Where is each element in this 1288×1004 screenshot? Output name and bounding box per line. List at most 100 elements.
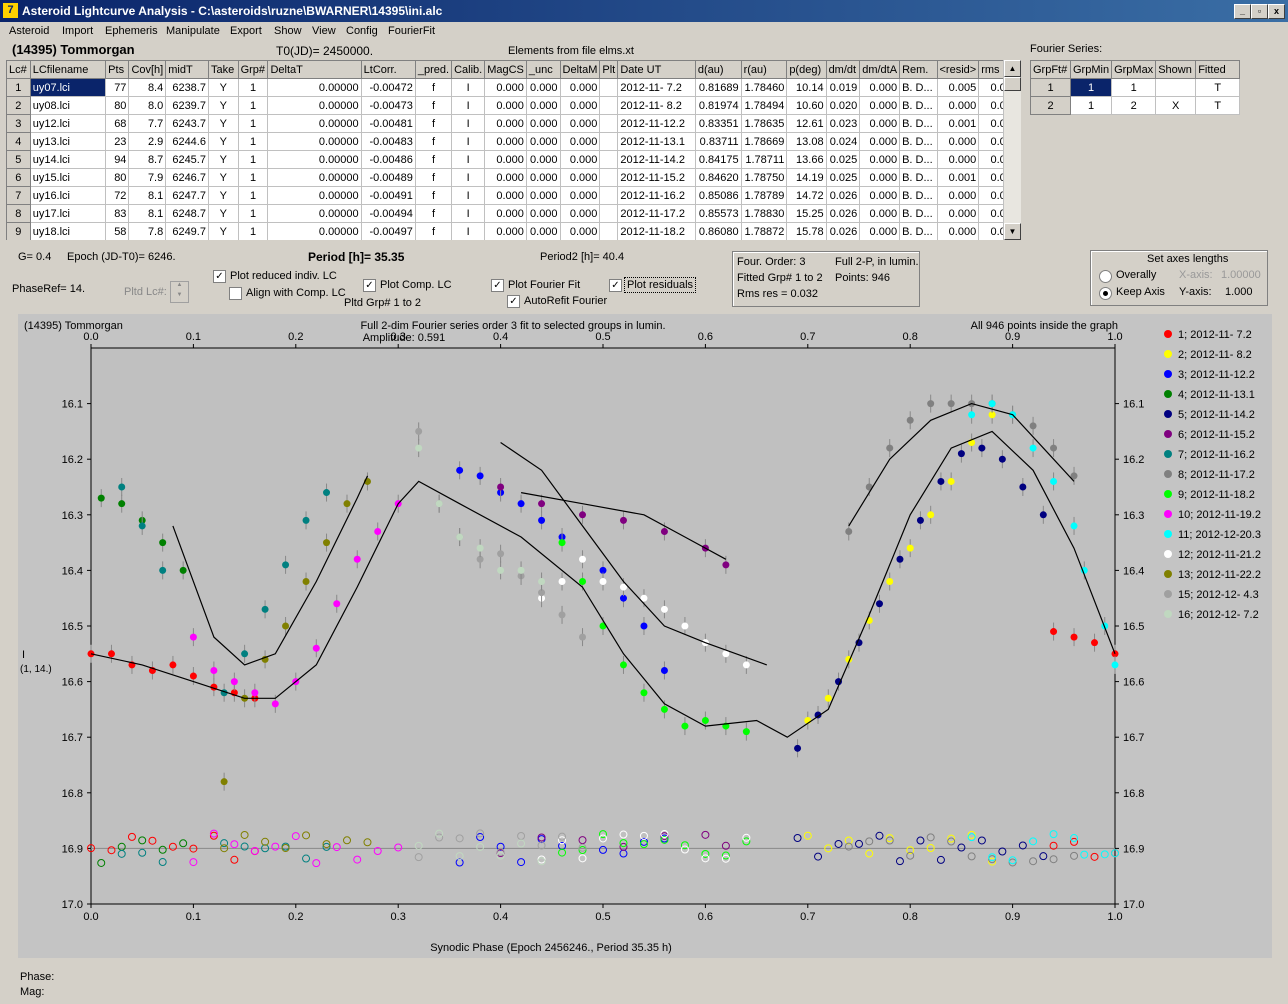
data-point[interactable] [230, 678, 238, 686]
data-point[interactable] [558, 611, 566, 619]
table-cell[interactable]: Y [207, 132, 239, 151]
data-point[interactable] [1091, 639, 1099, 647]
table-cell[interactable]: 5 [6, 150, 31, 169]
table-cell[interactable]: 1.78669 [740, 132, 788, 151]
table-row[interactable]: 9 uy18.lci 58 7.8 6249.7 Y 1 0.00000 -0.00497 f I 0… [6, 222, 1021, 240]
spin-down-icon[interactable]: ▼ [171, 292, 188, 302]
app-icon[interactable]: 7 [3, 3, 18, 18]
lc-column-header[interactable]: Cov[h] [128, 60, 167, 79]
table-cell[interactable]: 2012-11-15.2 [617, 168, 696, 187]
table-cell[interactable]: 72 [105, 186, 130, 205]
table-cell[interactable]: 0.000 [559, 150, 601, 169]
close-button[interactable]: x [1268, 4, 1285, 19]
data-point[interactable] [189, 672, 197, 680]
data-point[interactable] [159, 539, 167, 547]
table-cell[interactable]: 0.000 [936, 222, 980, 240]
table-cell[interactable]: 7.8 [128, 222, 167, 240]
table-cell[interactable]: 0.85573 [694, 204, 742, 223]
data-point[interactable] [169, 661, 177, 669]
table-cell[interactable]: 0.000 [936, 150, 980, 169]
table-cell[interactable]: 80 [105, 96, 130, 115]
table-cell[interactable]: f [414, 114, 453, 133]
data-point[interactable] [579, 555, 587, 563]
table-cell[interactable]: I [451, 204, 486, 223]
table-cell[interactable]: 0.026 [825, 204, 861, 223]
plot-residuals-checkbox[interactable]: ✓ [609, 279, 622, 292]
table-cell[interactable]: 80 [105, 168, 130, 187]
table-cell[interactable]: 1.78750 [740, 168, 788, 187]
menu-asteroid[interactable]: Asteroid [9, 25, 49, 37]
lc-column-header[interactable]: Rem. [899, 60, 938, 79]
table-cell[interactable]: 0.00000 [267, 222, 362, 240]
xaxis-value[interactable]: 1.00000 [1221, 269, 1261, 281]
table-cell[interactable]: 0.000 [859, 96, 901, 115]
data-point[interactable] [302, 578, 310, 586]
data-point[interactable] [271, 700, 279, 708]
table-cell[interactable]: 1.78460 [740, 78, 788, 97]
scroll-down-icon[interactable]: ▼ [1004, 223, 1021, 240]
table-cell[interactable]: Y [207, 186, 239, 205]
data-point[interactable] [701, 717, 709, 725]
table-cell[interactable]: 0.000 [859, 132, 901, 151]
data-point[interactable] [118, 483, 126, 491]
minimize-button[interactable]: _ [1234, 4, 1251, 19]
table-cell[interactable]: 83 [105, 204, 130, 223]
data-point[interactable] [640, 689, 648, 697]
table-cell[interactable]: uy13.lci [29, 132, 107, 151]
table-cell[interactable] [599, 132, 619, 151]
table-cell[interactable]: uy15.lci [29, 168, 107, 187]
table-cell[interactable]: 0.000 [484, 114, 527, 133]
data-point[interactable] [794, 744, 802, 752]
data-point[interactable] [660, 527, 668, 535]
data-point[interactable] [660, 705, 668, 713]
table-cell[interactable]: 7.9 [128, 168, 167, 187]
lc-column-header[interactable]: LCfilename [29, 60, 107, 79]
data-point[interactable] [343, 500, 351, 508]
data-point[interactable] [312, 644, 320, 652]
table-cell[interactable]: 0.000 [859, 204, 901, 223]
data-point[interactable] [302, 516, 310, 524]
table-cell[interactable]: 0.00000 [267, 132, 362, 151]
table-cell[interactable]: X [1155, 96, 1197, 115]
table-cell[interactable]: 0.026 [825, 186, 861, 205]
table-row[interactable]: 111T [1030, 78, 1241, 97]
data-point[interactable] [927, 511, 935, 519]
data-point[interactable] [681, 722, 689, 730]
table-cell[interactable]: 2 [6, 96, 31, 115]
table-cell[interactable]: uy14.lci [29, 150, 107, 169]
data-point[interactable] [241, 650, 249, 658]
table-cell[interactable]: 1 [237, 150, 269, 169]
table-cell[interactable] [599, 150, 619, 169]
table-cell[interactable]: 0.000 [525, 150, 561, 169]
table-cell[interactable]: 0.000 [859, 150, 901, 169]
table-cell[interactable]: 2012-11-12.2 [617, 114, 696, 133]
data-point[interactable] [261, 605, 269, 613]
data-point[interactable] [1111, 661, 1119, 669]
data-point[interactable] [1070, 522, 1078, 530]
table-cell[interactable]: 1 [237, 114, 269, 133]
table-cell[interactable]: -0.00483 [360, 132, 416, 151]
table-cell[interactable]: Y [207, 96, 239, 115]
table-cell[interactable]: 0.000 [525, 132, 561, 151]
data-point[interactable] [660, 666, 668, 674]
table-cell[interactable]: B. D... [899, 168, 938, 187]
data-point[interactable] [1050, 628, 1058, 636]
table-cell[interactable]: 0.000 [559, 114, 601, 133]
table-cell[interactable]: Y [207, 168, 239, 187]
table-cell[interactable]: 0.020 [825, 96, 861, 115]
table-cell[interactable]: 0.026 [825, 222, 861, 240]
table-row[interactable]: 212XT [1030, 96, 1241, 115]
table-cell[interactable]: 0.85086 [694, 186, 742, 205]
table-cell[interactable]: 0.025 [825, 168, 861, 187]
data-point[interactable] [896, 555, 904, 563]
lc-column-header[interactable]: Grp# [237, 60, 269, 79]
table-cell[interactable]: 0.001 [936, 114, 980, 133]
table-cell[interactable]: 6248.7 [165, 204, 209, 223]
table-cell[interactable]: f [414, 96, 453, 115]
lc-column-header[interactable]: Pts [105, 60, 130, 79]
table-cell[interactable]: 6 [6, 168, 31, 187]
lc-column-header[interactable]: _pred. [414, 60, 453, 79]
data-point[interactable] [353, 555, 361, 563]
table-cell[interactable]: 0.000 [859, 114, 901, 133]
table-cell[interactable]: 0.000 [559, 222, 601, 240]
